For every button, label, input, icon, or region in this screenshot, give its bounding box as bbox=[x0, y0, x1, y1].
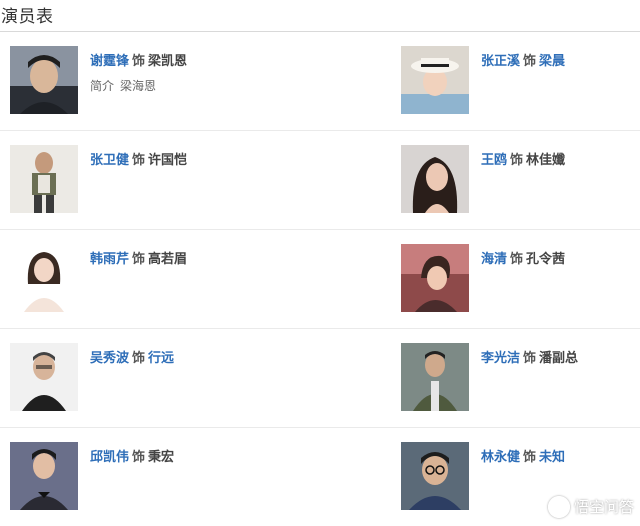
cast-card: 谢霆锋饰梁凯恩 简介 梁海恩 bbox=[10, 46, 390, 116]
actor-link[interactable]: 邱凯伟 bbox=[90, 450, 129, 465]
intro-line: 简介 梁海恩 bbox=[90, 77, 187, 94]
actor-photo[interactable] bbox=[10, 442, 78, 510]
cast-card: 海清饰孔令茜 bbox=[401, 244, 640, 314]
connector-text: 饰 bbox=[510, 153, 524, 168]
cast-row: 张卫健饰许国恺 王鸥饰林佳孅 bbox=[0, 131, 640, 230]
cast-card: 张卫健饰许国恺 bbox=[10, 145, 390, 215]
connector-text: 饰 bbox=[132, 153, 146, 168]
cast-card: 韩雨芹饰高若眉 bbox=[10, 244, 390, 314]
cast-card: 张正溪饰梁晨 bbox=[401, 46, 640, 116]
actor-photo[interactable] bbox=[401, 244, 469, 312]
cast-header: 演员表 bbox=[0, 0, 640, 32]
connector-text: 饰 bbox=[523, 351, 537, 366]
actor-photo[interactable] bbox=[401, 46, 469, 114]
wukong-logo-icon bbox=[547, 496, 570, 518]
cast-row: 谢霆锋饰梁凯恩 简介 梁海恩 张正溪饰梁晨 bbox=[0, 32, 640, 131]
actor-link[interactable]: 张正溪 bbox=[481, 54, 520, 69]
actor-link[interactable]: 海清 bbox=[481, 252, 507, 267]
connector-text: 饰 bbox=[132, 54, 146, 69]
actor-photo[interactable] bbox=[10, 145, 78, 213]
intro-name: 梁海恩 bbox=[120, 79, 157, 93]
connector-text: 饰 bbox=[132, 252, 146, 267]
connector-text: 饰 bbox=[523, 54, 537, 69]
actor-link[interactable]: 吴秀波 bbox=[90, 351, 129, 366]
cast-card: 邱凯伟饰秉宏 bbox=[10, 442, 390, 512]
cast-card: 吴秀波饰行远 bbox=[10, 343, 390, 413]
cast-row: 韩雨芹饰高若眉 海清饰孔令茜 bbox=[0, 230, 640, 329]
actor-photo[interactable] bbox=[401, 343, 469, 411]
actor-link[interactable]: 谢霆锋 bbox=[90, 54, 129, 69]
actor-link[interactable]: 张卫健 bbox=[90, 153, 129, 168]
actor-link[interactable]: 韩雨芹 bbox=[90, 252, 129, 267]
actor-photo[interactable] bbox=[401, 145, 469, 213]
connector-text: 饰 bbox=[132, 450, 146, 465]
role-name: 潘副总 bbox=[539, 351, 579, 366]
watermark-text: 悟空问答 bbox=[573, 497, 634, 516]
actor-link[interactable]: 王鸥 bbox=[481, 153, 507, 168]
watermark: 悟空问答 bbox=[547, 496, 634, 518]
cast-row: 吴秀波饰行远 李光洁饰潘副总 bbox=[0, 329, 640, 428]
role-name: 林佳孅 bbox=[526, 153, 566, 168]
connector-text: 饰 bbox=[523, 450, 537, 465]
role-link[interactable]: 未知 bbox=[539, 450, 565, 465]
role-name: 高若眉 bbox=[148, 252, 188, 267]
actor-link[interactable]: 林永健 bbox=[481, 450, 520, 465]
role-link[interactable]: 行远 bbox=[148, 351, 174, 366]
role-name: 许国恺 bbox=[148, 153, 188, 168]
cast-grid: 谢霆锋饰梁凯恩 简介 梁海恩 张正溪饰梁晨 张卫健 饰 许国恺 王鸥 饰 林佳孅… bbox=[0, 32, 640, 526]
role-name: 秉宏 bbox=[148, 450, 175, 465]
role-name: 梁凯恩 bbox=[148, 54, 188, 69]
cast-card: 李光洁饰潘副总 bbox=[401, 343, 640, 413]
actor-link[interactable]: 李光洁 bbox=[481, 351, 520, 366]
cast-card: 王鸥饰林佳孅 bbox=[401, 145, 640, 215]
connector-text: 饰 bbox=[510, 252, 524, 267]
cast-row: 邱凯伟饰秉宏 林永健饰未知 bbox=[0, 428, 640, 526]
page-title: 演员表 bbox=[1, 7, 54, 27]
actor-photo[interactable] bbox=[401, 442, 469, 510]
actor-photo[interactable] bbox=[10, 46, 78, 114]
actor-photo[interactable] bbox=[10, 244, 78, 312]
actor-photo[interactable] bbox=[10, 343, 78, 411]
intro-label: 简介 bbox=[90, 79, 115, 93]
connector-text: 饰 bbox=[132, 351, 146, 366]
role-name: 孔令茜 bbox=[526, 252, 566, 267]
role-link[interactable]: 梁晨 bbox=[539, 54, 565, 69]
